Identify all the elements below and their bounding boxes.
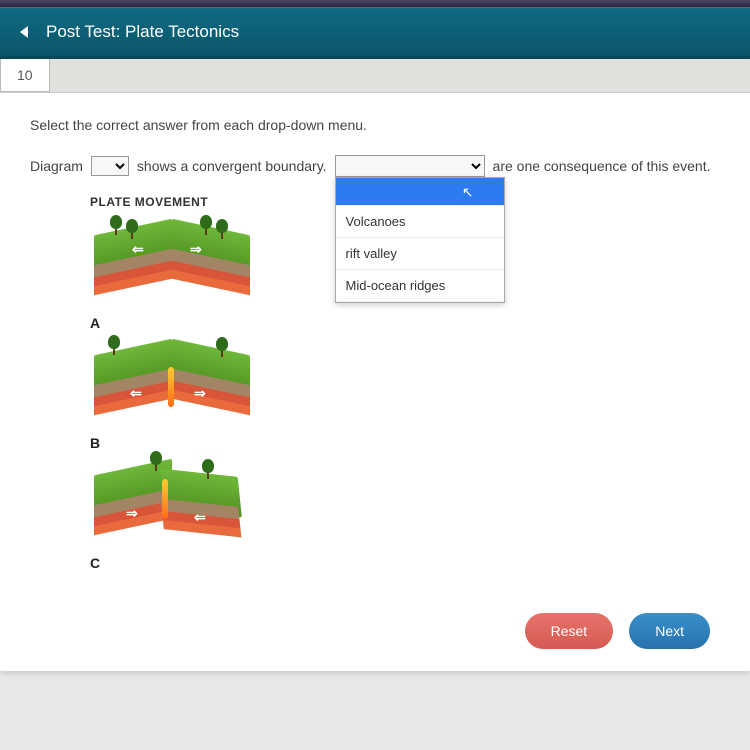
consequence-select[interactable] xyxy=(335,155,485,177)
page-title: Post Test: Plate Tectonics xyxy=(46,22,239,42)
dropdown-option-blank[interactable]: ↖ xyxy=(336,178,504,206)
page-header: Post Test: Plate Tectonics xyxy=(0,8,750,59)
cursor-icon: ↖ xyxy=(462,184,474,201)
reset-button[interactable]: Reset xyxy=(525,613,614,649)
dropdown-option-rift-valley[interactable]: rift valley xyxy=(336,238,504,270)
content-wrapper: 10 Select the correct answer from each d… xyxy=(0,59,750,671)
diagram-label-c: C xyxy=(90,555,106,571)
arrow-icon: ⇒ xyxy=(194,385,206,402)
question-area: Select the correct answer from each drop… xyxy=(0,93,750,671)
diagram-a-image: ⇐ ⇒ xyxy=(90,221,255,311)
arrow-icon: ⇒ xyxy=(190,241,202,258)
dropdown-option-volcanoes[interactable]: Volcanoes xyxy=(336,206,504,238)
dropdown-option-mid-ocean-ridges[interactable]: Mid-ocean ridges xyxy=(336,270,504,302)
arrow-icon: ⇐ xyxy=(194,509,206,526)
footer-buttons: Reset Next xyxy=(525,613,710,649)
diagram-c-row: ⇒ ⇐ xyxy=(90,461,720,551)
diagram-b-image: ⇐ ⇒ xyxy=(90,341,255,431)
consequence-dropdown-wrap: ↖ Volcanoes rift valley Mid-ocean ridges xyxy=(335,155,485,177)
instruction-text: Select the correct answer from each drop… xyxy=(30,117,720,133)
diagram-label-a: A xyxy=(90,315,106,331)
diagram-b-row: ⇐ ⇒ xyxy=(90,341,720,431)
arrow-icon: ⇐ xyxy=(130,385,142,402)
arrow-icon: ⇒ xyxy=(126,505,138,522)
sentence-text-1: Diagram xyxy=(30,158,83,174)
diagram-c-image: ⇒ ⇐ xyxy=(90,461,255,551)
sentence-text-2: shows a convergent boundary. xyxy=(137,158,327,174)
diagram-label-b: B xyxy=(90,435,106,451)
question-number: 10 xyxy=(0,59,50,92)
next-button[interactable]: Next xyxy=(629,613,710,649)
diagram-select[interactable] xyxy=(91,156,129,176)
back-icon[interactable] xyxy=(20,26,28,38)
fill-sentence: Diagram shows a convergent boundary. ↖ V… xyxy=(30,155,720,177)
arrow-icon: ⇐ xyxy=(132,241,144,258)
sentence-text-3: are one consequence of this event. xyxy=(493,158,711,174)
question-number-bar: 10 xyxy=(0,59,750,93)
browser-tab-bar xyxy=(0,0,750,8)
consequence-dropdown-list: ↖ Volcanoes rift valley Mid-ocean ridges xyxy=(335,177,505,303)
